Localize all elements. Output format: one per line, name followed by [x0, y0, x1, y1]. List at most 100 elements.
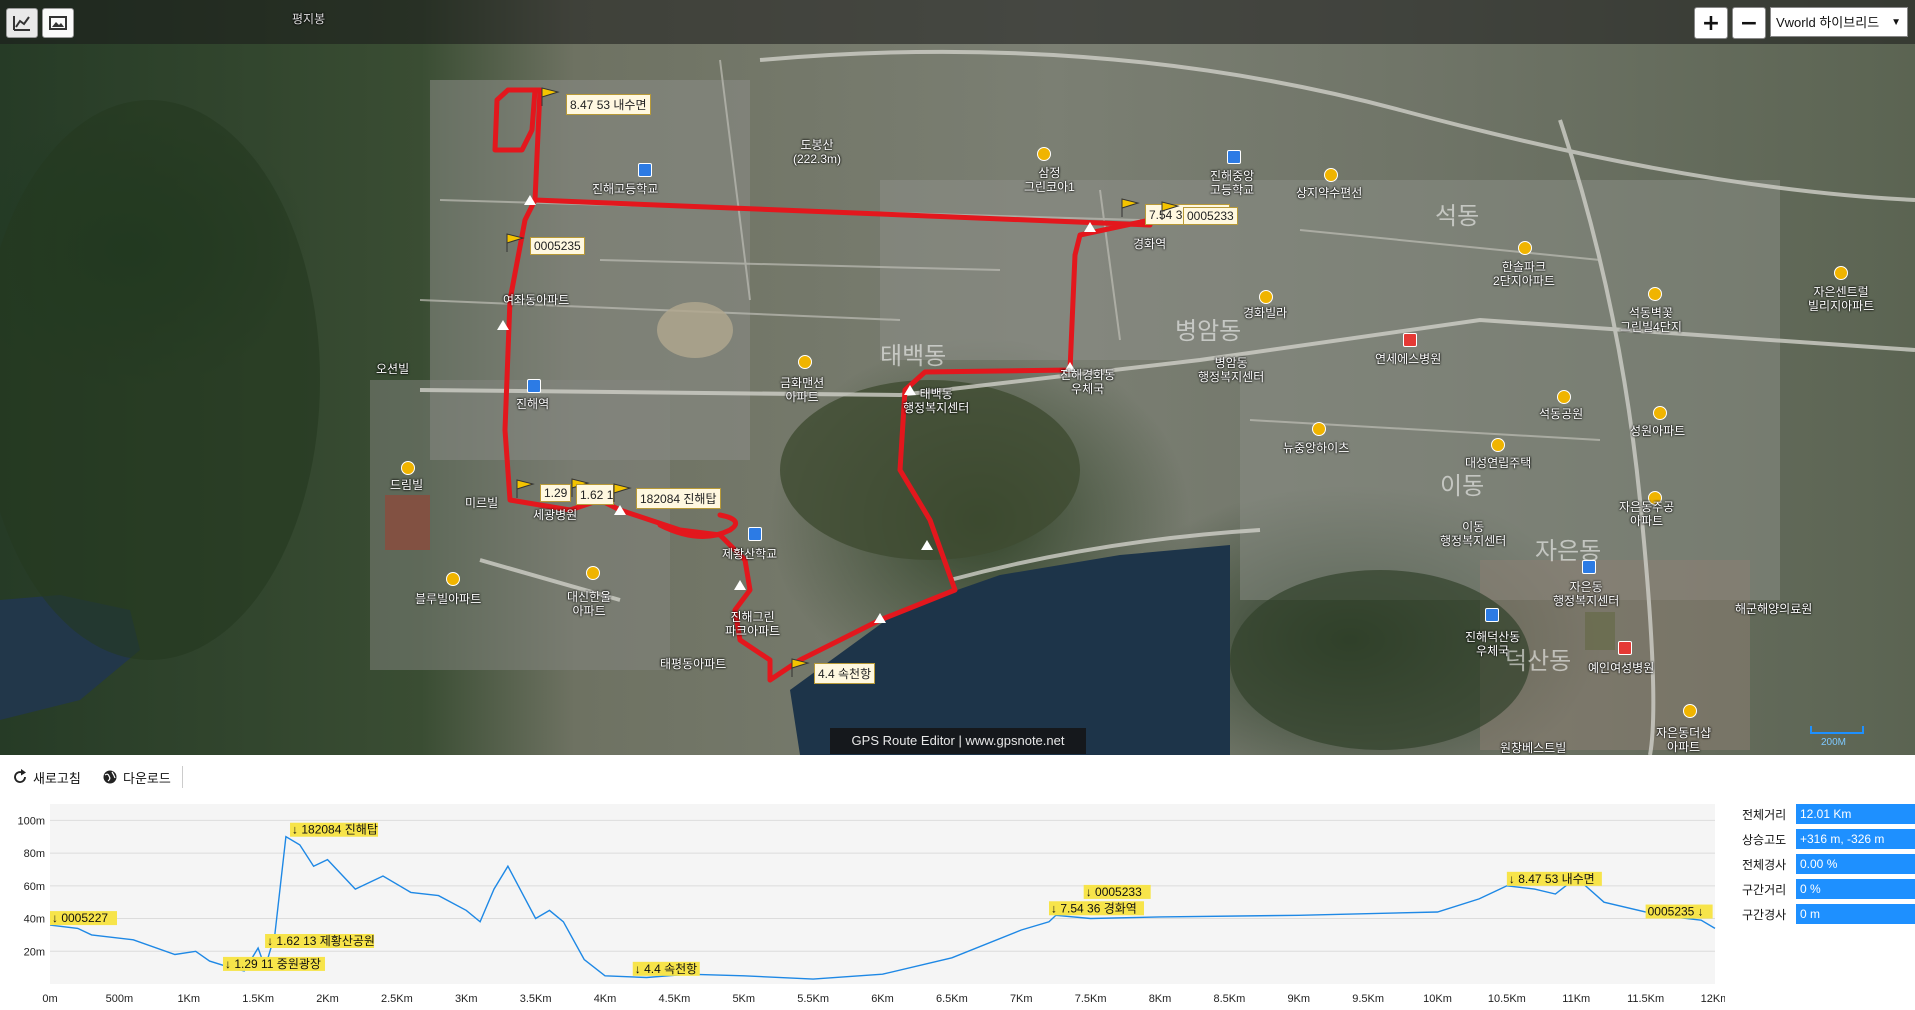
place-label: 대신한울 아파트: [567, 590, 612, 618]
apartment-marker-icon[interactable]: [1518, 241, 1532, 255]
x-tick-label: 0m: [42, 993, 57, 1005]
refresh-button[interactable]: 새로고침: [12, 766, 81, 788]
map-layer-select-value: Vworld 하이브리드: [1776, 15, 1880, 30]
waypoint-flag-icon[interactable]: [515, 478, 535, 498]
place-label: 미르빌: [465, 496, 499, 510]
place-label: 한솔파크 2단지아파트: [1493, 260, 1555, 288]
apartment-marker-icon[interactable]: [1653, 406, 1667, 420]
place-label: 경화빌라: [1243, 306, 1288, 320]
map-image-button[interactable]: [42, 8, 74, 38]
school-marker-icon[interactable]: [638, 163, 652, 177]
stat-label: 구간거리: [1742, 883, 1787, 897]
place-label: 여좌동아파트: [503, 293, 570, 307]
waypoint-label[interactable]: 4.4 속천항: [814, 663, 876, 684]
x-tick-label: 12Km: [1701, 993, 1725, 1005]
office-marker-icon[interactable]: [1485, 608, 1499, 622]
waypoint-flag-icon[interactable]: [790, 657, 810, 677]
stat-value: 0 %: [1796, 879, 1915, 899]
apartment-marker-icon[interactable]: [1834, 266, 1848, 280]
map-top-bar: [0, 0, 1915, 44]
place-label: 진해경화동 우체국: [1060, 368, 1116, 396]
place-label: 태평동아파트: [660, 657, 727, 671]
place-label: 이동 행정복지센터: [1440, 520, 1507, 548]
download-button[interactable]: 다운로드: [102, 766, 171, 788]
apartment-marker-icon[interactable]: [798, 355, 812, 369]
place-label: 대성연립주택: [1465, 456, 1532, 470]
y-tick-label: 100m: [17, 815, 45, 827]
apartment-marker-icon[interactable]: [1491, 438, 1505, 452]
apartment-marker-icon[interactable]: [1037, 147, 1051, 161]
x-tick-label: 2Km: [316, 993, 339, 1005]
station-marker-icon[interactable]: [527, 379, 541, 393]
waypoint-label[interactable]: 1.29: [540, 484, 572, 502]
waypoint-label[interactable]: 8.47 53 내수면: [566, 94, 651, 115]
place-label: 뉴중앙하이츠: [1283, 441, 1350, 455]
x-tick-label: 3.5Km: [520, 993, 552, 1005]
place-label: 진해중앙 고등학교: [1210, 169, 1255, 197]
download-label: 다운로드: [123, 770, 171, 786]
dropdown-caret-icon: ▼: [1891, 17, 1901, 28]
x-tick-label: 4.5Km: [658, 993, 690, 1005]
x-tick-label: 1Km: [177, 993, 200, 1005]
chart-view-button[interactable]: [6, 8, 38, 38]
place-label: 태백동 행정복지센터: [903, 387, 970, 415]
place-label: 진해고등학교: [592, 182, 659, 196]
place-label: 진해덕산동 우체국: [1465, 630, 1521, 658]
hospital-marker-icon[interactable]: [1403, 333, 1417, 347]
place-label: 진해그린 파크아파트: [725, 610, 781, 638]
stat-value: 0.00 %: [1796, 854, 1915, 874]
apartment-marker-icon[interactable]: [1324, 168, 1338, 182]
waypoint-flag-icon[interactable]: [1160, 200, 1180, 220]
apartment-marker-icon[interactable]: [446, 572, 460, 586]
image-icon: [49, 16, 67, 30]
waypoint-flag-icon[interactable]: [612, 482, 632, 502]
map-layer-select[interactable]: Vworld 하이브리드 ▼: [1770, 7, 1908, 37]
apartment-marker-icon[interactable]: [1683, 704, 1697, 718]
school-marker-icon[interactable]: [748, 527, 762, 541]
y-tick-label: 60m: [24, 881, 45, 893]
stat-value: 12.01 Km: [1796, 804, 1915, 824]
elevation-profile[interactable]: 100m 80m 60m 40m 20m 0m 500m 1Km 1.5Km 2Km 2.5Km 3…: [0, 796, 1725, 1010]
waypoint-label[interactable]: 0005235: [530, 237, 585, 255]
x-tick-label: 10.5Km: [1488, 993, 1526, 1005]
apartment-marker-icon[interactable]: [1648, 287, 1662, 301]
place-label: 석동벽꽃 그린빌4단지: [1620, 306, 1682, 334]
apartment-marker-icon[interactable]: [401, 461, 415, 475]
district-label: 태백동: [880, 343, 947, 370]
place-label: 금화맨션 아파트: [780, 376, 825, 404]
x-tick-label: 4Km: [594, 993, 617, 1005]
waypoint-label[interactable]: 0005233: [1183, 207, 1238, 225]
x-tick-label: 6.5Km: [936, 993, 968, 1005]
waypoint-flag-icon[interactable]: [540, 86, 560, 106]
apartment-marker-icon[interactable]: [1259, 290, 1273, 304]
stats-panel: 전체거리 12.01 Km 상승고도 +316 m, -326 m 전체경사 0…: [1730, 796, 1915, 1010]
apartment-marker-icon[interactable]: [1312, 422, 1326, 436]
park-marker-icon[interactable]: [1557, 390, 1571, 404]
toolbar-divider: [182, 766, 183, 788]
map-view[interactable]: 평지봉 + − Vworld 하이브리드 ▼ 석동 병암동 태백동 이동 자은동…: [0, 0, 1915, 755]
map-scale-label: 200M: [1821, 737, 1847, 748]
top-place-label: 평지봉: [292, 12, 326, 26]
place-label: 도봉산 (222.3m): [793, 138, 842, 166]
y-tick-label: 80m: [24, 848, 45, 860]
x-tick-label: 9.5Km: [1352, 993, 1384, 1005]
x-tick-label: 5Km: [732, 993, 755, 1005]
zoom-out-button[interactable]: −: [1732, 7, 1766, 39]
school-marker-icon[interactable]: [1227, 150, 1241, 164]
district-label: 병암동: [1175, 318, 1242, 345]
zoom-in-button[interactable]: +: [1694, 7, 1728, 39]
apartment-marker-icon[interactable]: [586, 566, 600, 580]
place-label: 세광병원: [533, 508, 578, 522]
waypoint-label[interactable]: 1.62 13 제황산공원: [576, 484, 614, 505]
place-label: 원창베스트빌: [1500, 741, 1567, 755]
map-credit: GPS Route Editor | www.gpsnote.net: [830, 728, 1086, 754]
office-marker-icon[interactable]: [1582, 560, 1596, 574]
profile-waypoint-label: ↓ 1.62 13 제황산공원: [267, 934, 375, 948]
elevation-chart[interactable]: 100m 80m 60m 40m 20m 0m 500m 1Km 1.5Km 2Km 2.5Km 3…: [0, 796, 1725, 1010]
x-tick-label: 8.5Km: [1213, 993, 1245, 1005]
waypoint-label[interactable]: 182084 진해탑: [636, 488, 721, 509]
profile-waypoint-label: ↓ 4.4 속천항: [635, 961, 697, 976]
waypoint-flag-icon[interactable]: [1120, 197, 1140, 217]
hospital-marker-icon[interactable]: [1618, 641, 1632, 655]
waypoint-flag-icon[interactable]: [505, 232, 525, 252]
